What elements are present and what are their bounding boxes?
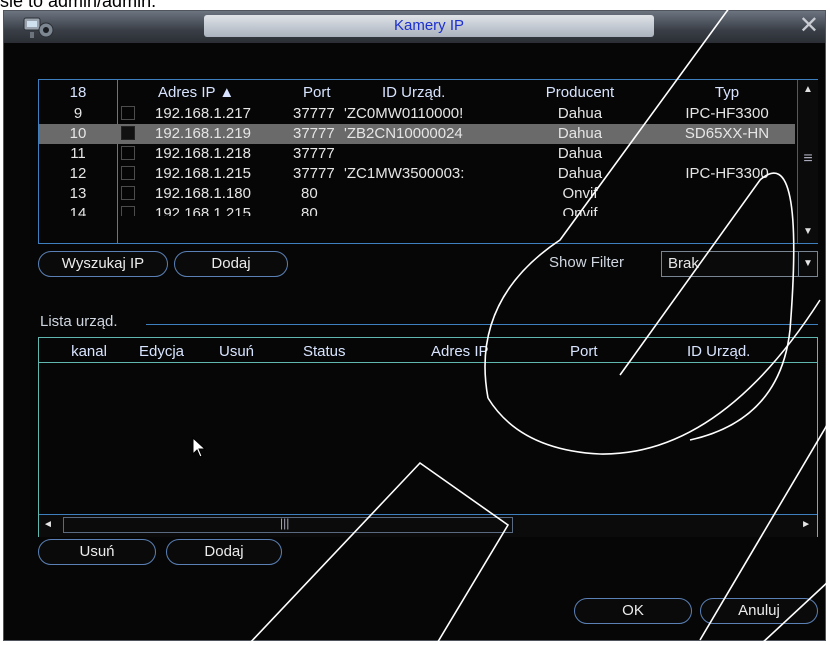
row-device-id: 'ZB2CN10000024 bbox=[344, 125, 463, 142]
row-checkbox[interactable] bbox=[121, 146, 135, 160]
add-device-button-bottom[interactable]: Dodaj bbox=[166, 539, 282, 565]
row-port: 80 bbox=[301, 205, 318, 216]
title-bar: Kamery IP ✕ bbox=[4, 11, 825, 43]
row-port: 37777 bbox=[293, 125, 335, 142]
status-header[interactable]: Status bbox=[303, 342, 373, 362]
row-producer: Dahua bbox=[557, 105, 603, 122]
scroll-up-icon[interactable]: ▲ bbox=[798, 84, 818, 95]
device-id-header[interactable]: ID Urząd. bbox=[382, 83, 482, 103]
horizontal-scrollbar[interactable]: ◄ ||| ► bbox=[39, 514, 817, 537]
row-checkbox[interactable] bbox=[121, 126, 135, 140]
row-type: SD65XX-HN bbox=[684, 125, 770, 142]
table-row[interactable]: 12 192.168.1.215 37777 'ZC1MW3500003: Da… bbox=[39, 164, 795, 184]
row-checkbox[interactable] bbox=[121, 186, 135, 200]
row-ip: 192.168.1.218 bbox=[155, 145, 251, 162]
type-header[interactable]: Typ bbox=[659, 83, 795, 103]
row-device-id: 'ZC0MW0110000! bbox=[344, 105, 464, 122]
device-list-header: kanal Edycja Usuń Status Adres IP Port I… bbox=[39, 342, 817, 362]
row-ip: 192.168.1.219 bbox=[155, 125, 251, 142]
row-index: 9 bbox=[73, 105, 83, 122]
table-header: 18 Adres IP ▲ Port ID Urząd. Producent T… bbox=[39, 83, 795, 103]
scroll-left-icon[interactable]: ◄ bbox=[43, 519, 53, 530]
row-index: 11 bbox=[70, 145, 86, 162]
row-checkbox[interactable] bbox=[121, 206, 135, 216]
delete-header[interactable]: Usuń bbox=[219, 342, 269, 362]
scroll-right-icon[interactable]: ► bbox=[801, 519, 811, 530]
table-row[interactable]: 9 192.168.1.217 37777 'ZC0MW0110000! Dah… bbox=[39, 104, 795, 124]
row-index: 14 bbox=[69, 205, 87, 216]
row-port: 37777 bbox=[293, 105, 335, 122]
row-type: IPC-HF3300 bbox=[685, 105, 769, 122]
port-header[interactable]: Port bbox=[570, 342, 630, 362]
row-producer: Onvif bbox=[562, 205, 598, 216]
filter-select[interactable]: Brak ▼ bbox=[661, 251, 818, 277]
row-ip: 192.168.1.215 bbox=[155, 165, 251, 182]
row-port: 37777 bbox=[293, 145, 335, 162]
producer-header[interactable]: Producent bbox=[527, 83, 633, 103]
row-device-id: 'ZC1MW3500003: bbox=[344, 165, 465, 182]
row-checkbox[interactable] bbox=[121, 166, 135, 180]
scroll-grip-icon: ||| bbox=[280, 516, 290, 530]
row-producer: Dahua bbox=[557, 145, 603, 162]
channel-header[interactable]: kanal bbox=[49, 342, 129, 362]
vertical-scrollbar[interactable]: ▲ ≡ ▼ bbox=[797, 80, 818, 243]
filter-value: Brak bbox=[668, 255, 699, 272]
row-ip: 192.168.1.217 bbox=[155, 105, 251, 122]
table-row-partial[interactable]: 14 192.168.1.215 80 Onvif bbox=[39, 204, 795, 216]
search-ip-button[interactable]: Wyszukaj IP bbox=[38, 251, 168, 277]
row-port: 80 bbox=[301, 185, 318, 202]
port-header[interactable]: Port bbox=[303, 83, 347, 103]
chevron-down-icon[interactable]: ▼ bbox=[798, 252, 817, 276]
device-list-table: kanal Edycja Usuń Status Adres IP Port I… bbox=[38, 337, 818, 537]
row-ip: 192.168.1.180 bbox=[155, 185, 251, 202]
ip-cameras-dialog: Kamery IP ✕ 18 Adres IP ▲ Port ID Urząd.… bbox=[3, 10, 826, 641]
ip-header[interactable]: Adres IP bbox=[431, 342, 521, 362]
header-divider bbox=[39, 362, 817, 363]
row-ip: 192.168.1.215 bbox=[155, 205, 251, 216]
cancel-button[interactable]: Anuluj bbox=[700, 598, 818, 624]
row-checkbox[interactable] bbox=[121, 106, 135, 120]
delete-device-button[interactable]: Usuń bbox=[38, 539, 156, 565]
table-row[interactable]: 11 192.168.1.218 37777 Dahua bbox=[39, 144, 795, 164]
mouse-cursor-icon bbox=[192, 437, 207, 458]
ok-button[interactable]: OK bbox=[574, 598, 692, 624]
edit-header[interactable]: Edycja bbox=[139, 342, 209, 362]
row-producer: Dahua bbox=[557, 125, 603, 142]
device-list-label: Lista urząd. bbox=[40, 313, 118, 330]
search-results-table: 18 Adres IP ▲ Port ID Urząd. Producent T… bbox=[38, 79, 818, 244]
row-producer: Onvif bbox=[562, 185, 598, 202]
show-filter-label: Show Filter bbox=[549, 254, 625, 271]
table-row[interactable]: 13 192.168.1.180 80 Onvif bbox=[39, 184, 795, 204]
close-icon[interactable]: ✕ bbox=[799, 13, 819, 39]
network-camera-icon bbox=[23, 17, 54, 38]
index-header[interactable]: 18 bbox=[39, 83, 117, 103]
scroll-grip-icon[interactable]: ≡ bbox=[798, 150, 818, 168]
row-index: 10 bbox=[69, 125, 87, 142]
add-device-button[interactable]: Dodaj bbox=[174, 251, 288, 277]
row-index: 12 bbox=[69, 165, 87, 182]
section-divider bbox=[146, 324, 818, 325]
window-title: Kamery IP bbox=[204, 15, 654, 37]
row-port: 37777 bbox=[293, 165, 335, 182]
device-id-header[interactable]: ID Urząd. bbox=[687, 342, 797, 362]
table-row-selected[interactable]: 10 192.168.1.219 37777 'ZB2CN10000024 Da… bbox=[39, 124, 795, 144]
scroll-down-icon[interactable]: ▼ bbox=[798, 226, 818, 237]
row-type: IPC-HF3300 bbox=[685, 165, 769, 182]
row-producer: Dahua bbox=[557, 165, 603, 182]
row-index: 13 bbox=[69, 185, 87, 202]
ip-header[interactable]: Adres IP ▲ bbox=[158, 83, 278, 103]
